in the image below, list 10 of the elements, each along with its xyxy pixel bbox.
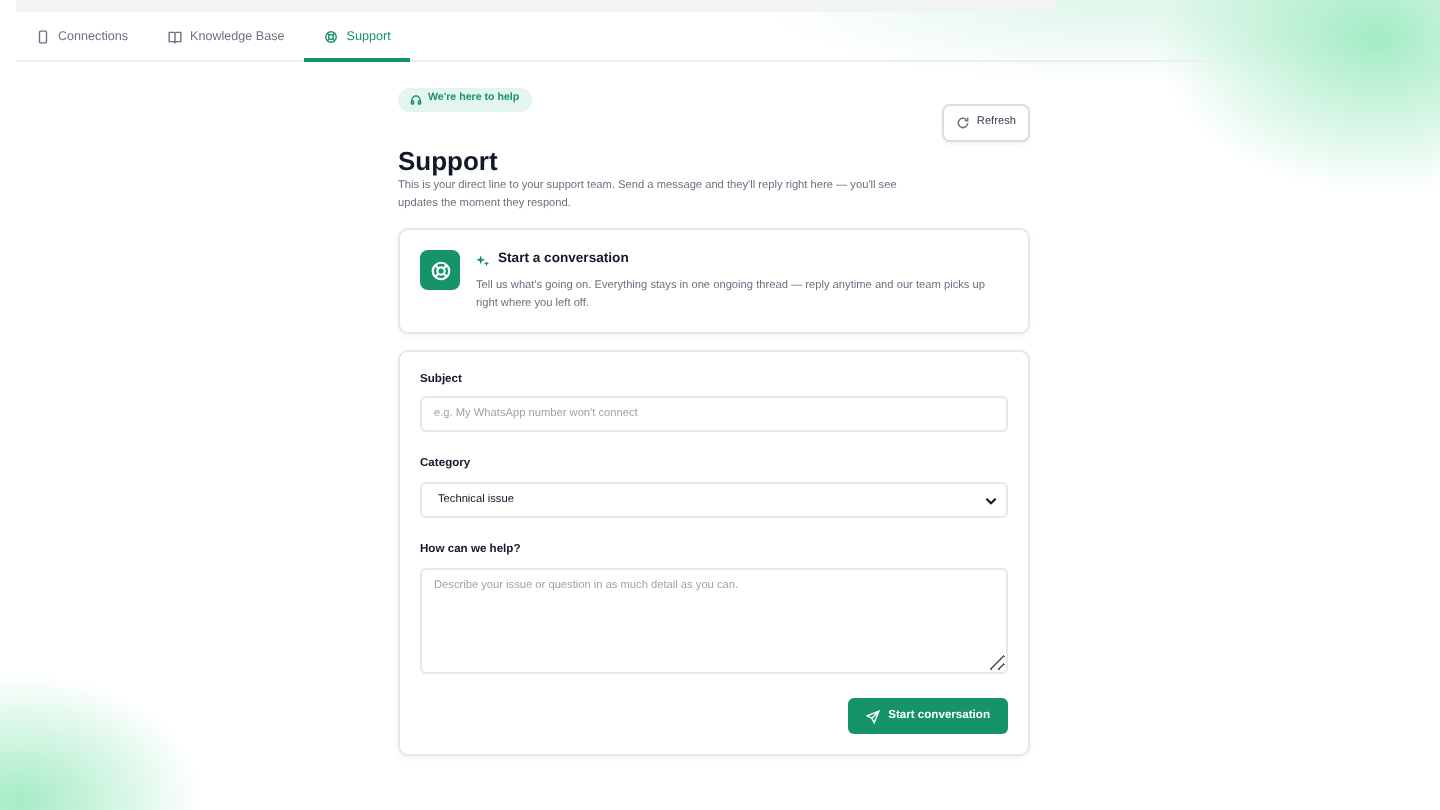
phone-icon (36, 30, 50, 45)
page-title: Support (398, 145, 500, 177)
headphones-icon (410, 94, 422, 107)
chevron-down-icon (984, 493, 998, 508)
book-icon (168, 30, 183, 45)
lifebuoy-icon (324, 30, 339, 45)
sparkle-icon (476, 253, 490, 268)
send-icon (866, 709, 881, 724)
lifebuoy-icon (420, 250, 460, 291)
refresh-icon (956, 116, 971, 131)
